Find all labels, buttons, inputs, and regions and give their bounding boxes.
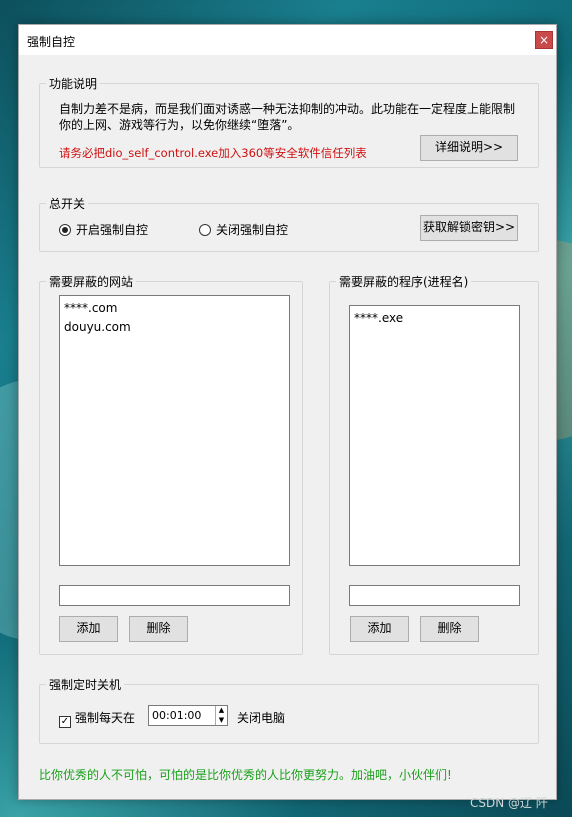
close-icon: ×	[538, 33, 550, 47]
description-text-line2: 你的上网、游戏等行为，以免你继续“堕落”。	[59, 118, 300, 132]
title-bar: 强制自控 ×	[19, 25, 556, 55]
websites-legend: 需要屏蔽的网站	[49, 275, 134, 289]
master-switch-legend: 总开关	[49, 197, 86, 211]
main-window: 强制自控 × 功能说明 自制力差不是病，而是我们面对诱惑一种无法抑制的冲动。此功…	[18, 24, 557, 800]
list-item[interactable]: ****.com	[64, 299, 285, 318]
radio-enable-label: 开启强制自控	[76, 223, 149, 237]
website-add-button[interactable]: 添加	[59, 616, 118, 642]
program-delete-button[interactable]: 删除	[420, 616, 479, 642]
list-item[interactable]: douyu.com	[64, 318, 285, 337]
radio-disable[interactable]: 关闭强制自控	[199, 221, 288, 238]
radio-enable[interactable]: 开启强制自控	[59, 221, 148, 238]
websites-list[interactable]: ****.com douyu.com	[59, 295, 290, 566]
warning-text: 请务必把dio_self_control.exe加入360等安全软件信任列表	[59, 146, 367, 160]
program-add-button[interactable]: 添加	[350, 616, 409, 642]
list-item[interactable]: ****.exe	[354, 309, 515, 328]
shutdown-legend: 强制定时关机	[49, 678, 122, 692]
motto-text: 比你优秀的人不可怕，可怕的是比你优秀的人比你更努力。加油吧，小伙伴们!	[39, 768, 452, 782]
shutdown-suffix: 关闭电脑	[237, 711, 286, 725]
website-input[interactable]	[59, 585, 290, 606]
spin-down-icon[interactable]: ▼	[215, 715, 227, 725]
time-value: 00:01:00	[152, 709, 202, 722]
shutdown-checkbox[interactable]: ✓ 强制每天在	[59, 709, 135, 728]
radio-selected-icon	[59, 224, 71, 236]
spin-up-icon[interactable]: ▲	[215, 706, 227, 715]
description-text-line1: 自制力差不是病，而是我们面对诱惑一种无法抑制的冲动。此功能在一定程度上能限制	[59, 102, 516, 116]
window-title: 强制自控	[27, 35, 76, 49]
program-input[interactable]	[349, 585, 520, 606]
unlock-key-button[interactable]: 获取解锁密钥>>	[420, 215, 518, 241]
close-button[interactable]: ×	[535, 31, 553, 49]
watermark: CSDN @辽 阡	[470, 796, 548, 810]
radio-disable-label: 关闭强制自控	[216, 223, 289, 237]
programs-legend: 需要屏蔽的程序(进程名)	[339, 275, 469, 289]
description-legend: 功能说明	[49, 77, 98, 91]
shutdown-checkbox-label: 强制每天在	[75, 711, 136, 725]
programs-list[interactable]: ****.exe	[349, 305, 520, 566]
radio-unselected-icon	[199, 224, 211, 236]
checkmark-icon: ✓	[59, 716, 71, 728]
detail-button[interactable]: 详细说明>>	[420, 135, 518, 161]
website-delete-button[interactable]: 删除	[129, 616, 188, 642]
time-picker[interactable]: 00:01:00 ▲ ▼	[148, 705, 228, 726]
